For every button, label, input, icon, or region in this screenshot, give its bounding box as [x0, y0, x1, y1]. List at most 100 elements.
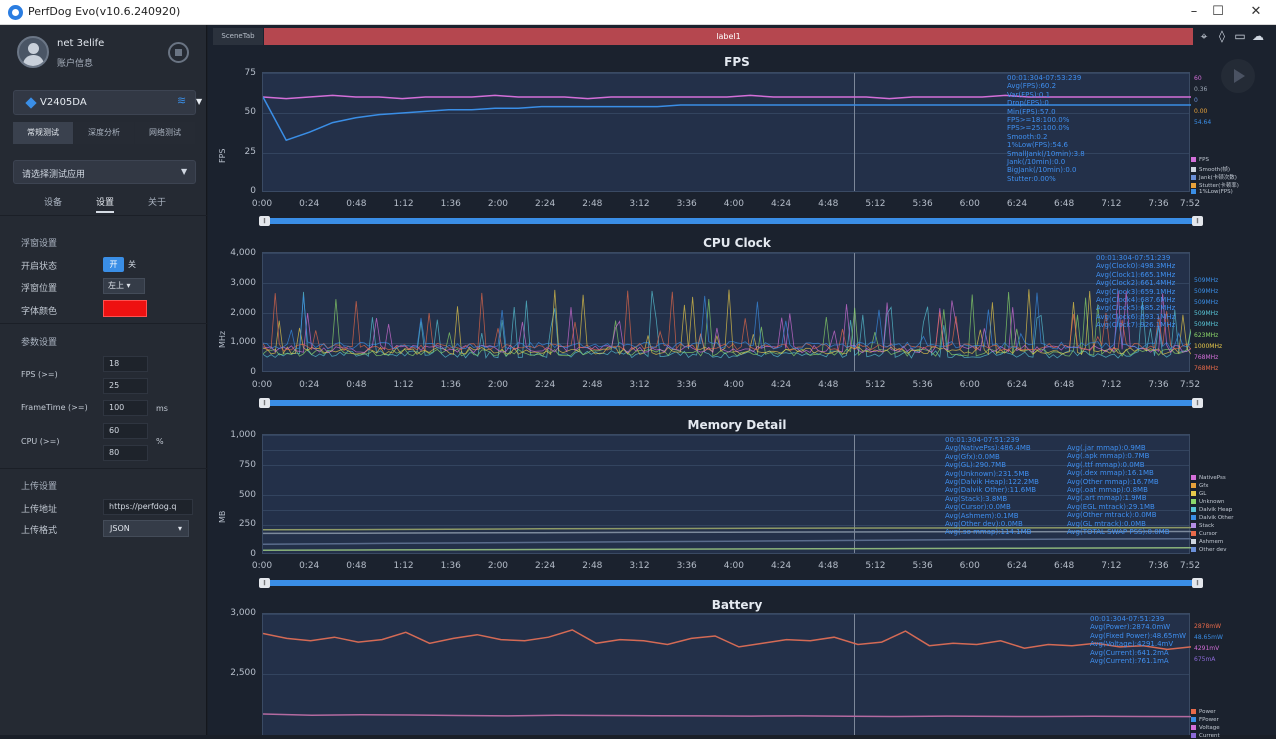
- legend-item[interactable]: Stack: [1191, 523, 1214, 529]
- legend-item[interactable]: FPower: [1191, 717, 1219, 723]
- x-tick: 5:12: [865, 561, 886, 571]
- time-range-slider[interactable]: ‖ ‖: [259, 398, 1203, 408]
- tab-about[interactable]: 关于: [148, 195, 166, 208]
- label-bar[interactable]: label1: [264, 28, 1193, 45]
- x-tick: 1:36: [440, 561, 461, 571]
- stat-line: 00:01:304-07:51:239: [1090, 615, 1165, 623]
- app-select[interactable]: 请选择测试应用 ▼: [13, 160, 196, 184]
- wifi-icon: ≋: [177, 94, 187, 107]
- stop-icon[interactable]: [168, 42, 189, 63]
- folder-icon[interactable]: ▭: [1232, 28, 1248, 44]
- cpu-threshold-1-input[interactable]: 60: [103, 423, 148, 439]
- memory-stats-right: Avg(.jar mmap):0.9MB Avg(.apk mmap):0.7MB…: [1067, 444, 1170, 536]
- float-position-value: 左上: [108, 281, 124, 290]
- toggle-off[interactable]: 关: [128, 257, 143, 272]
- x-tick: 7:52: [1179, 199, 1201, 209]
- x-tick: 0:24: [299, 380, 320, 390]
- mode-tabs: 常规测试 深度分析 网络测试: [13, 122, 196, 144]
- legend-swatch: [1191, 499, 1196, 504]
- location-pin-icon[interactable]: ⌖: [1196, 28, 1212, 44]
- time-range-slider[interactable]: ‖ ‖: [259, 216, 1203, 226]
- legend-item[interactable]: Dalvik Heap: [1191, 507, 1232, 513]
- legend-item[interactable]: Gfx: [1191, 483, 1208, 489]
- legend-item[interactable]: Smooth(帧): [1191, 165, 1230, 173]
- app-select-label: 请选择测试应用: [22, 170, 86, 180]
- legend-swatch: [1191, 709, 1196, 714]
- legend-item[interactable]: Current: [1191, 733, 1220, 739]
- account-info-link[interactable]: 账户信息: [57, 56, 93, 69]
- legend-item[interactable]: Jank(卡顿次数): [1191, 173, 1237, 181]
- y-tick: 50: [244, 107, 256, 117]
- legend-swatch: [1191, 733, 1196, 738]
- stat-line: Avg(Clock2):661.4MHz: [1096, 279, 1176, 288]
- tab-deep-analysis[interactable]: 深度分析: [74, 122, 134, 144]
- window-title: PerfDog Evo(v10.6.240920): [28, 5, 181, 18]
- maximize-button[interactable]: ☐: [1206, 3, 1230, 21]
- tab-network-test[interactable]: 网络测试: [135, 122, 195, 144]
- x-tick: 2:00: [487, 199, 509, 209]
- slider-right-handle[interactable]: ‖: [1192, 216, 1203, 226]
- legend-item[interactable]: Cursor: [1191, 531, 1217, 537]
- slider-right-handle[interactable]: ‖: [1192, 578, 1203, 588]
- upload-format-value: JSON: [110, 524, 130, 533]
- legend-item[interactable]: Stutter(卡顿率): [1191, 181, 1239, 189]
- toggle-on[interactable]: 开: [103, 257, 124, 272]
- cpu-legend: 509MHz 509MHz 509MHz 509MHz 509MHz 623MHz 1000…: [1191, 251, 1271, 376]
- close-button[interactable]: ✕: [1244, 3, 1268, 21]
- battery-svg: [263, 629, 1191, 718]
- x-tick: 1:36: [440, 380, 461, 390]
- legend-item[interactable]: Power: [1191, 709, 1216, 715]
- float-state-toggle[interactable]: 开 关: [103, 257, 143, 272]
- cpu-stats: 00:01:304-07:51:239 Avg(Clock0):498.3MHz A…: [1096, 254, 1175, 330]
- device-name: V2405DA: [40, 97, 87, 108]
- fps-threshold-2-input[interactable]: 25: [103, 378, 148, 394]
- legend-item[interactable]: 1%Low(FPS): [1191, 189, 1233, 195]
- legend-item[interactable]: Ashmem: [1191, 539, 1223, 545]
- battery-plot[interactable]: 00:01:304-07:51:239 Avg(Power):2874.0mW Av…: [262, 613, 1191, 735]
- tab-normal-test[interactable]: 常规测试: [13, 122, 73, 144]
- x-tick: 5:12: [865, 199, 886, 209]
- stat-line: 1%Low(FPS):54.6: [1007, 141, 1068, 150]
- x-tick: 3:36: [676, 199, 697, 209]
- x-tick: 2:24: [535, 561, 556, 571]
- upload-format-select[interactable]: JSON ▾: [103, 520, 189, 537]
- device-select[interactable]: V2405DA ≋ ▼: [13, 90, 202, 115]
- y-axis-label: FPS: [218, 148, 227, 163]
- scene-tab[interactable]: SceneTab: [213, 28, 263, 45]
- slider-left-handle[interactable]: ‖: [259, 398, 270, 408]
- fps-threshold-1-input[interactable]: 18: [103, 356, 148, 372]
- legend-label: GL: [1199, 491, 1207, 497]
- stat-line: 00:01:304-07:51:239: [1096, 254, 1171, 262]
- cpu-threshold-2-input[interactable]: 80: [103, 445, 148, 461]
- cloud-icon[interactable]: ☁: [1250, 28, 1266, 44]
- cpu-plot[interactable]: 00:01:304-07:51:239 Avg(Clock0):498.3MHz A…: [262, 252, 1191, 372]
- legend-label: Ashmem: [1199, 539, 1224, 545]
- font-color-swatch[interactable]: [103, 300, 147, 317]
- legend-item[interactable]: Voltage: [1191, 725, 1220, 731]
- map-marker-icon[interactable]: ◊: [1214, 28, 1230, 44]
- x-tick: 7:36: [1148, 199, 1169, 209]
- time-range-slider[interactable]: ‖ ‖: [259, 578, 1203, 588]
- legend-item[interactable]: NativePss: [1191, 475, 1226, 481]
- stat-line: Avg(Clock7):926.1MHz: [1096, 321, 1176, 330]
- fps-plot[interactable]: 00:01:304-07:53:239 Avg(FPS):60.2 Var(FPS)…: [262, 72, 1191, 192]
- slider-right-handle[interactable]: ‖: [1192, 398, 1203, 408]
- legend-item[interactable]: Dalvik Other: [1191, 515, 1233, 521]
- tab-settings[interactable]: 设置: [96, 195, 115, 213]
- upload-address-input[interactable]: https://perfdog.q: [103, 499, 193, 515]
- legend-item[interactable]: FPS: [1191, 157, 1209, 163]
- x-tick: 1:36: [440, 199, 461, 209]
- memory-stats-left: 00:01:304-07:51:239 Avg(NativePss):486.4M…: [945, 436, 1039, 537]
- float-position-select[interactable]: 左上 ▾: [103, 278, 145, 294]
- legend-item[interactable]: Other dev: [1191, 547, 1227, 553]
- legend-item[interactable]: GL: [1191, 491, 1206, 497]
- legend-item[interactable]: Unknown: [1191, 499, 1225, 505]
- memory-plot[interactable]: 00:01:304-07:51:239 Avg(NativePss):486.4M…: [262, 434, 1191, 554]
- current-value: 0.00: [1194, 108, 1208, 115]
- slider-left-handle[interactable]: ‖: [259, 578, 270, 588]
- slider-left-handle[interactable]: ‖: [259, 216, 270, 226]
- avatar[interactable]: [17, 36, 49, 68]
- tab-device[interactable]: 设备: [44, 195, 62, 208]
- minimize-button[interactable]: –: [1182, 3, 1206, 21]
- frametime-input[interactable]: 100: [103, 400, 148, 416]
